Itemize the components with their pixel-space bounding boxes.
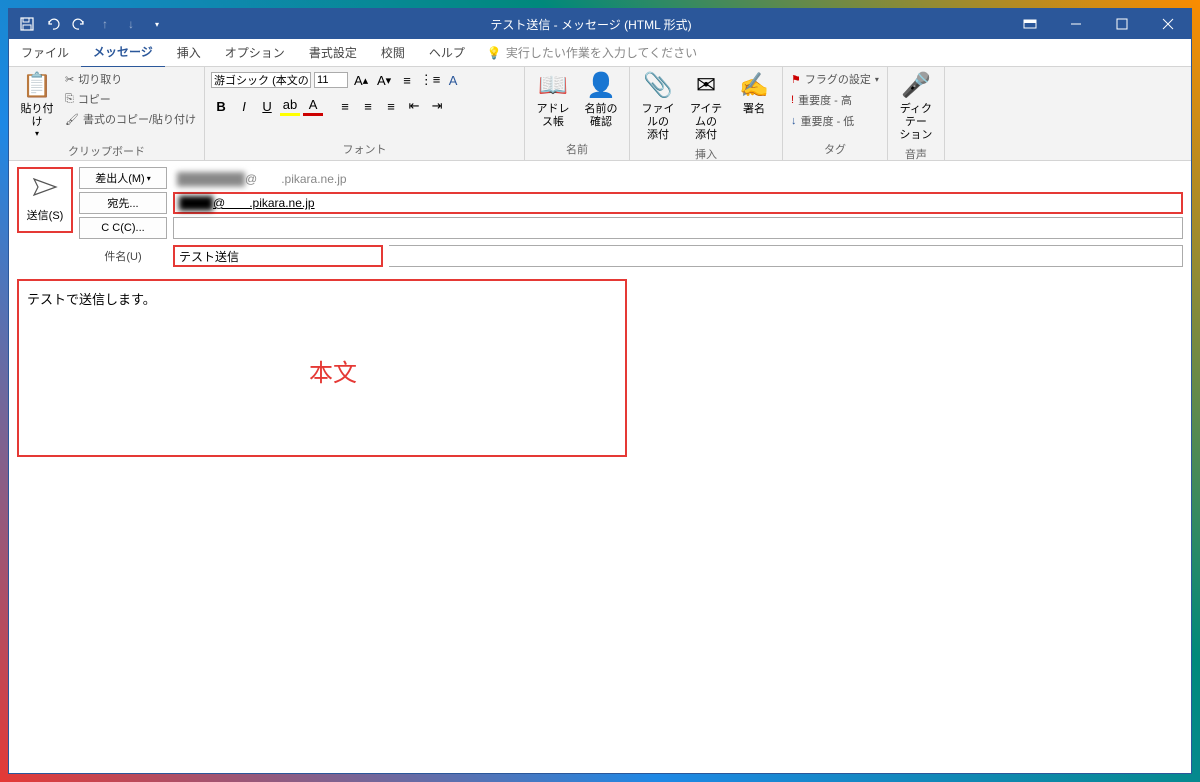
paperclip-icon: 📎 xyxy=(643,72,673,101)
send-button[interactable]: 送信(S) xyxy=(17,167,73,233)
close-button[interactable] xyxy=(1145,9,1191,39)
undo-icon[interactable] xyxy=(43,14,63,34)
tab-help[interactable]: ヘルプ xyxy=(417,38,477,67)
subject-label: 件名(U) xyxy=(79,248,167,264)
minimize-button[interactable] xyxy=(1053,9,1099,39)
signature-button[interactable]: ✍ 署名 xyxy=(732,70,776,118)
save-icon[interactable] xyxy=(17,14,37,34)
italic-button[interactable]: I xyxy=(234,96,254,116)
attach-item-button[interactable]: ✉ アイテムの 添付 xyxy=(684,70,728,144)
group-label-include: 挿入 xyxy=(636,144,776,162)
up-arrow-icon[interactable]: ↑ xyxy=(95,14,115,34)
outdent-button[interactable]: ⇤ xyxy=(404,96,424,116)
ribbon: 📋 貼り付け ▾ ✂切り取り ⎘コピー 🖌書式のコピー/貼り付け クリップボード… xyxy=(9,67,1191,161)
group-label-tags: タグ xyxy=(789,139,881,157)
message-body-area[interactable]: テストで送信します。 本文 xyxy=(9,273,1191,773)
ribbon-group-voice: 🎤 ディクテー ション 音声 xyxy=(888,67,945,160)
qat-dropdown-icon[interactable]: ▾ xyxy=(147,14,167,34)
body-annotation: 本文 xyxy=(309,353,357,388)
body-highlight-box: テストで送信します。 本文 xyxy=(17,279,627,457)
scissors-icon: ✂ xyxy=(65,73,74,86)
to-button[interactable]: 宛先... xyxy=(79,192,167,214)
compose-header: 送信(S) 差出人(M)▾ ████████@ .pikara.ne.jp 宛先… xyxy=(9,161,1191,245)
copy-button[interactable]: ⎘コピー xyxy=(63,90,198,108)
tab-file[interactable]: ファイル xyxy=(9,38,81,67)
chevron-down-icon: ▾ xyxy=(35,129,39,139)
down-arrow-icon: ↓ xyxy=(791,115,797,127)
numbering-button[interactable]: ⋮≡ xyxy=(420,70,440,90)
grow-font-button[interactable]: A▴ xyxy=(351,70,371,90)
microphone-icon: 🎤 xyxy=(901,72,931,101)
follow-up-button[interactable]: ⚑フラグの設定▾ xyxy=(789,70,881,88)
ribbon-display-icon[interactable] xyxy=(1007,9,1053,39)
to-field[interactable]: ████@ .pikara.ne.jp xyxy=(173,192,1183,214)
tab-insert[interactable]: 挿入 xyxy=(165,38,213,67)
align-right-button[interactable]: ≡ xyxy=(381,96,401,116)
group-label-names: 名前 xyxy=(531,139,623,157)
tab-message[interactable]: メッセージ xyxy=(81,37,165,68)
format-painter-button[interactable]: 🖌書式のコピー/貼り付け xyxy=(63,110,198,128)
styles-button[interactable]: A xyxy=(443,70,463,90)
window-title: テスト送信 - メッセージ (HTML 形式) xyxy=(175,16,1007,33)
tab-options[interactable]: オプション xyxy=(213,38,297,67)
high-importance-button[interactable]: !重要度 - 高 xyxy=(789,91,881,109)
font-color-button[interactable]: A xyxy=(303,96,323,116)
cc-button[interactable]: C C(C)... xyxy=(79,217,167,239)
group-label-clipboard: クリップボード xyxy=(15,141,198,159)
compose-window: ↑ ↓ ▾ テスト送信 - メッセージ (HTML 形式) ファイル メッセージ… xyxy=(8,8,1192,774)
low-importance-button[interactable]: ↓重要度 - 低 xyxy=(789,112,881,130)
flag-icon: ⚑ xyxy=(791,73,801,86)
down-arrow-icon[interactable]: ↓ xyxy=(121,14,141,34)
underline-button[interactable]: U xyxy=(257,96,277,116)
window-controls xyxy=(1007,9,1191,39)
bullets-button[interactable]: ≡ xyxy=(397,70,417,90)
ribbon-group-clipboard: 📋 貼り付け ▾ ✂切り取り ⎘コピー 🖌書式のコピー/貼り付け クリップボード xyxy=(9,67,205,160)
copy-icon: ⎘ xyxy=(65,93,74,106)
ribbon-tabs: ファイル メッセージ 挿入 オプション 書式設定 校閲 ヘルプ 💡 実行したい作… xyxy=(9,39,1191,67)
quick-access-toolbar: ↑ ↓ ▾ xyxy=(9,14,175,34)
cc-field[interactable] xyxy=(173,217,1183,239)
exclamation-icon: ! xyxy=(791,94,794,106)
send-arrow-icon xyxy=(32,177,58,203)
redo-icon[interactable] xyxy=(69,14,89,34)
indent-button[interactable]: ⇥ xyxy=(427,96,447,116)
subject-field[interactable] xyxy=(173,245,383,267)
group-label-font: フォント xyxy=(211,139,518,157)
paste-icon: 📋 xyxy=(22,72,52,101)
group-label-voice: 音声 xyxy=(894,144,938,162)
check-names-button[interactable]: 👤 名前の 確認 xyxy=(579,70,623,131)
paste-button[interactable]: 📋 貼り付け ▾ xyxy=(15,70,59,141)
tab-format[interactable]: 書式設定 xyxy=(297,38,369,67)
tell-me-search[interactable]: 💡 実行したい作業を入力してください xyxy=(487,44,697,61)
ribbon-group-include: 📎 ファイルの 添付 ✉ アイテムの 添付 ✍ 署名 挿入 xyxy=(630,67,783,160)
body-text[interactable]: テストで送信します。 xyxy=(27,292,156,307)
dictate-button[interactable]: 🎤 ディクテー ション xyxy=(894,70,938,144)
from-button[interactable]: 差出人(M)▾ xyxy=(79,167,167,189)
ribbon-group-font: A▴ A▾ ≡ ⋮≡ A B I U ab A ≡ ≡ ≡ ⇤ xyxy=(205,67,525,160)
font-name-select[interactable] xyxy=(211,72,311,88)
subject-field-ext[interactable] xyxy=(389,245,1183,267)
shrink-font-button[interactable]: A▾ xyxy=(374,70,394,90)
bold-button[interactable]: B xyxy=(211,96,231,116)
brush-icon: 🖌 xyxy=(65,113,79,126)
address-book-icon: 📖 xyxy=(538,72,568,101)
attach-file-button[interactable]: 📎 ファイルの 添付 xyxy=(636,70,680,144)
align-center-button[interactable]: ≡ xyxy=(358,96,378,116)
align-left-button[interactable]: ≡ xyxy=(335,96,355,116)
check-names-icon: 👤 xyxy=(586,72,616,101)
ribbon-group-names: 📖 アドレス帳 👤 名前の 確認 名前 xyxy=(525,67,630,160)
ribbon-group-tags: ⚑フラグの設定▾ !重要度 - 高 ↓重要度 - 低 タグ xyxy=(783,67,888,160)
highlight-button[interactable]: ab xyxy=(280,96,300,116)
tab-review[interactable]: 校閲 xyxy=(369,38,417,67)
titlebar: ↑ ↓ ▾ テスト送信 - メッセージ (HTML 形式) xyxy=(9,9,1191,39)
font-size-select[interactable] xyxy=(314,72,348,88)
lightbulb-icon: 💡 xyxy=(487,46,502,60)
signature-icon: ✍ xyxy=(739,72,769,101)
maximize-button[interactable] xyxy=(1099,9,1145,39)
address-book-button[interactable]: 📖 アドレス帳 xyxy=(531,70,575,131)
cut-button[interactable]: ✂切り取り xyxy=(63,70,198,88)
envelope-icon: ✉ xyxy=(696,72,716,101)
from-value: ████████@ .pikara.ne.jp xyxy=(173,170,1183,187)
